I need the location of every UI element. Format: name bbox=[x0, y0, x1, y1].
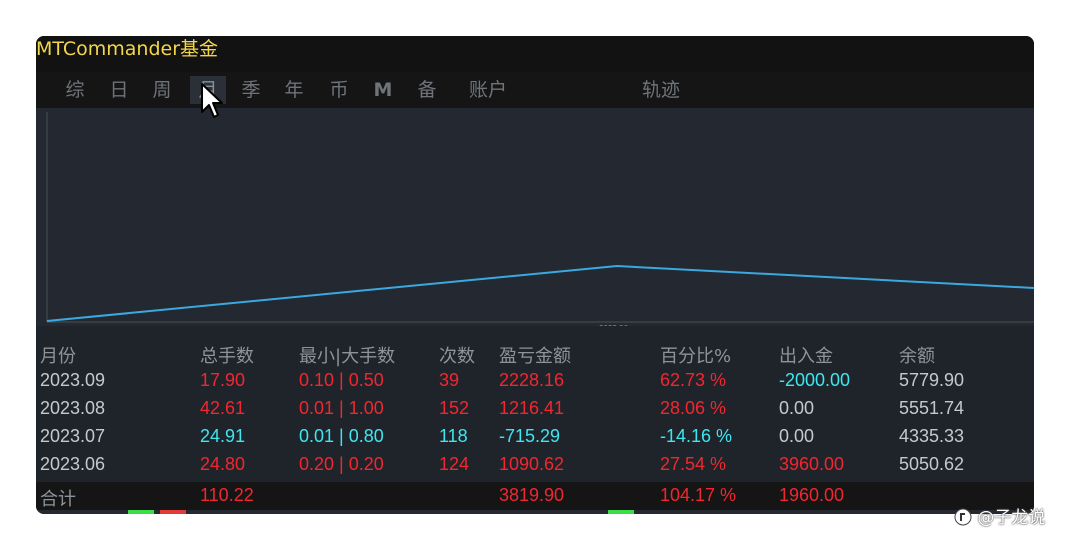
strip-red-mark bbox=[160, 510, 186, 514]
cell-lots: 24.91 bbox=[200, 426, 246, 446]
tab-overview[interactable]: 综 bbox=[64, 76, 86, 104]
cell-pnl: -715.29 bbox=[499, 426, 561, 446]
tab-notes[interactable]: 备 bbox=[416, 76, 438, 104]
cell-flow: -2000.00 bbox=[779, 370, 851, 390]
cell-count: 118 bbox=[439, 426, 468, 446]
tab-m[interactable]: M bbox=[372, 76, 394, 104]
header-lots: 总手数 bbox=[200, 346, 254, 367]
cell-flow: 3960.00 bbox=[779, 454, 845, 474]
cell-flow: 0.00 bbox=[779, 398, 815, 418]
tab-quarter[interactable]: 季 bbox=[240, 76, 262, 104]
app-window: MTCommander基金 综 日 周 月 季 年 币 M 备 账户 轨迹 20… bbox=[36, 36, 1034, 514]
header-deposit-withdraw: 出入金 bbox=[779, 346, 833, 367]
header-pnl: 盈亏金额 bbox=[499, 346, 571, 367]
cell-count: 39 bbox=[439, 370, 460, 390]
header-month: 月份 bbox=[40, 346, 76, 367]
series-line bbox=[46, 264, 1034, 322]
cell-balance: 5551.74 bbox=[899, 398, 965, 418]
header-balance: 余额 bbox=[899, 346, 935, 367]
mouse-cursor-icon bbox=[201, 83, 223, 118]
header-percent: 百分比% bbox=[660, 346, 732, 367]
tab-day[interactable]: 日 bbox=[108, 76, 130, 104]
balance-chart: 2023.06 bbox=[36, 108, 1034, 326]
cell-balance: 5050.62 bbox=[899, 454, 965, 474]
cell-month: 2023.09 bbox=[40, 370, 106, 390]
toutiao-logo-icon bbox=[954, 508, 972, 526]
total-row: 合计 110.22 3819.90 104.17 % 1960.00 bbox=[36, 482, 1034, 510]
cell-percent: 62.73 % bbox=[660, 370, 727, 390]
strip-green-mark bbox=[128, 510, 154, 514]
cell-min-max: 0.10 | 0.50 bbox=[299, 370, 384, 390]
chart-svg: 2023.06 bbox=[46, 112, 1034, 326]
cell-balance: 5779.90 bbox=[899, 370, 965, 390]
total-lots: 110.22 bbox=[200, 485, 254, 505]
status-strip bbox=[36, 510, 1034, 514]
cell-lots: 24.80 bbox=[200, 454, 246, 474]
total-percent: 104.17 % bbox=[660, 485, 737, 505]
cell-min-max: 0.01 | 1.00 bbox=[299, 398, 384, 418]
period-tabbar: 综 日 周 月 季 年 币 M 备 账户 轨迹 bbox=[36, 72, 1034, 108]
cell-min-max: 0.20 | 0.20 bbox=[299, 454, 384, 474]
header-count: 次数 bbox=[439, 346, 475, 367]
cell-percent: -14.16 % bbox=[660, 426, 733, 446]
watermark: @子龙说 bbox=[954, 503, 1045, 528]
cell-lots: 17.90 bbox=[200, 370, 246, 390]
total-label: 合计 bbox=[40, 489, 76, 510]
cell-percent: 27.54 % bbox=[660, 454, 727, 474]
cell-month: 2023.06 bbox=[40, 454, 106, 474]
tab-account[interactable]: 账户 bbox=[466, 76, 510, 104]
cell-flow: 0.00 bbox=[779, 426, 815, 446]
watermark-text: @子龙说 bbox=[977, 508, 1046, 528]
cell-count: 152 bbox=[439, 398, 470, 418]
total-pnl: 3819.90 bbox=[499, 485, 565, 505]
cell-lots: 42.61 bbox=[200, 398, 246, 418]
total-flow: 1960.00 bbox=[779, 485, 845, 505]
cell-pnl: 1216.41 bbox=[499, 398, 565, 418]
app-title: MTCommander基金 bbox=[36, 38, 219, 60]
title-bar: MTCommander基金 bbox=[36, 36, 1034, 72]
tab-trajectory[interactable]: 轨迹 bbox=[639, 76, 683, 104]
tab-week[interactable]: 周 bbox=[151, 76, 173, 104]
cell-month: 2023.07 bbox=[40, 426, 106, 446]
cell-balance: 4335.33 bbox=[899, 426, 965, 446]
x-tick-label: 2023.06 bbox=[599, 324, 628, 326]
tab-year[interactable]: 年 bbox=[283, 76, 305, 104]
strip-green-mark-2 bbox=[608, 510, 634, 514]
header-min-max-lots: 最小|大手数 bbox=[299, 346, 396, 367]
cell-pnl: 1090.62 bbox=[499, 454, 565, 474]
cell-pnl: 2228.16 bbox=[499, 370, 565, 390]
tab-currency[interactable]: 币 bbox=[328, 76, 350, 104]
cell-min-max: 0.01 | 0.80 bbox=[299, 426, 384, 446]
cell-percent: 28.06 % bbox=[660, 398, 727, 418]
cell-count: 124 bbox=[439, 454, 470, 474]
cell-month: 2023.08 bbox=[40, 398, 106, 418]
